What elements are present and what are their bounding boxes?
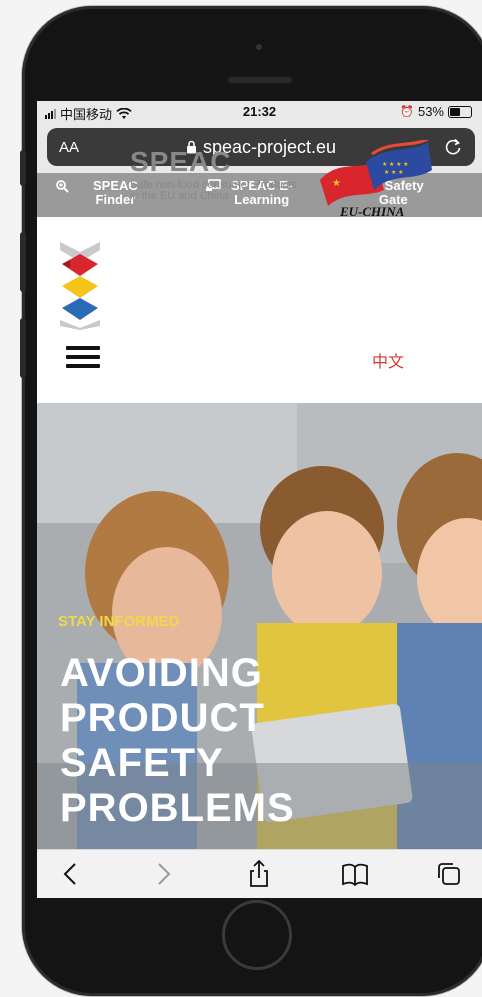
mute-switch [20,150,26,186]
browser-toolbar [37,849,482,898]
back-icon[interactable] [55,858,87,890]
brand-block[interactable]: SPEAC Safe non-food consumer Products in… [130,146,300,202]
hamburger-menu-icon[interactable] [66,346,100,368]
eu-china-logo: ★ ★ ★ ★ ★ ★ ★ ★ EU-CHINA [318,136,434,230]
svg-text:★ ★ ★ ★: ★ ★ ★ ★ [382,161,409,168]
reload-icon[interactable] [443,137,463,157]
hero-banner: STAY INFORMED AVOIDING PRODUCT SAFETY PR… [37,403,482,849]
hero-eyebrow: STAY INFORMED [58,613,180,630]
hero-headline-line-4: PROBLEMS [60,786,295,830]
front-camera [256,44,262,50]
share-icon[interactable] [243,858,275,890]
svg-text:★: ★ [332,178,341,189]
brand-name: SPEAC [130,146,232,177]
forward-icon[interactable] [147,858,179,890]
battery-fill [450,107,460,116]
tabs-icon[interactable] [433,858,465,890]
earpiece-speaker [228,77,292,83]
eu-china-flags-icon: ★ ★ ★ ★ ★ ★ ★ ★ [320,136,432,206]
volume-up-button [20,232,26,292]
bookmarks-icon[interactable] [339,858,371,890]
site-header [37,217,482,403]
hero-headline-line-1: AVOIDING [60,651,263,695]
battery-icon [448,105,472,118]
eu-china-logo-text: EU-CHINA [340,204,405,219]
hero-headline[interactable]: AVOIDING PRODUCT SAFETY PROBLEMS [60,651,295,831]
status-bar: 中国移动 21:32 ⏰ 53% [37,101,482,123]
language-switch-link[interactable]: 中文 [372,348,404,372]
brand-tagline: Safe non-food consumer Products in the E… [130,179,297,202]
magnifier-icon [56,180,69,193]
speac-logo-mark[interactable] [58,240,102,330]
battery-percent: 53% [417,104,444,119]
svg-text:★ ★ ★: ★ ★ ★ [384,169,403,176]
nav-speac-finder[interactable]: SPEAC Finder [55,179,138,207]
home-button[interactable] [222,900,292,970]
hero-headline-line-3: SAFETY [60,741,224,785]
volume-down-button [20,318,26,378]
hero-headline-line-2: PRODUCT [60,696,265,740]
alarm-icon: ⏰ [400,106,414,118]
